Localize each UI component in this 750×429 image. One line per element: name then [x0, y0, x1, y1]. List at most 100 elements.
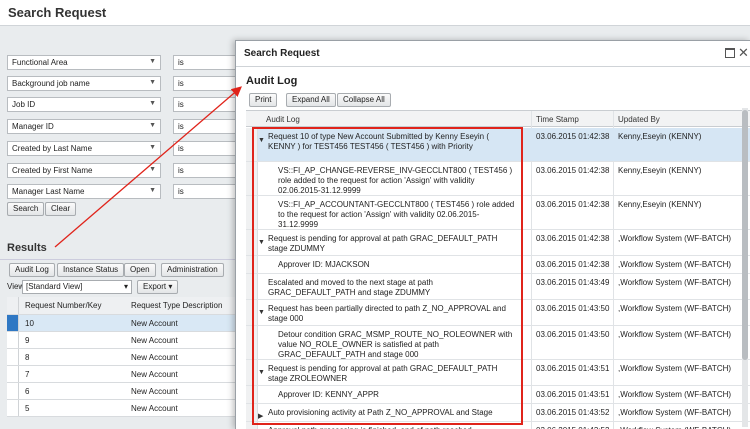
chevron-down-icon: ▼	[149, 58, 156, 65]
criteria-field-label: Created by Last Name	[12, 144, 93, 153]
criteria-operator-label: is	[178, 58, 184, 67]
criteria-row: Job ID ▼ is	[7, 97, 243, 112]
instance-status-button[interactable]: Instance Status	[57, 263, 125, 277]
table-header: Request Number/Key Request Type Descript…	[7, 297, 240, 315]
request-number-cell: 7	[25, 370, 30, 379]
criteria-operator-label: is	[178, 79, 184, 88]
table-row[interactable]: 10 New Account	[7, 315, 240, 332]
maximize-icon[interactable]	[725, 48, 735, 58]
criteria-field-select[interactable]: Job ID ▼	[7, 97, 161, 112]
row-selector[interactable]	[7, 349, 19, 365]
updated-by-cell: ,Workflow System (WF-BATCH)	[618, 234, 732, 243]
criteria-row: Created by Last Name ▼ is	[7, 141, 243, 156]
criteria-row: Created by First Name ▼ is	[7, 163, 243, 178]
criteria-row: Manager Last Name ▼ is	[7, 184, 243, 199]
row-selector[interactable]	[7, 315, 19, 331]
table-row[interactable]: 7 New Account	[7, 366, 240, 383]
criteria-field-select[interactable]: Functional Area ▼	[7, 55, 161, 70]
request-number-cell: 6	[25, 387, 30, 396]
time-stamp-cell: 03.06.2015 01:43:49	[536, 278, 610, 287]
updated-by-cell: ,Workflow System (WF-BATCH)	[618, 304, 732, 313]
time-stamp-cell: 03.06.2015 01:42:38	[536, 200, 610, 209]
chevron-down-icon: ▼	[149, 187, 156, 194]
criteria-operator-select[interactable]: is	[173, 163, 243, 178]
column-header-time-stamp[interactable]: Time Stamp	[536, 115, 579, 124]
request-type-cell: New Account	[131, 353, 178, 362]
results-title: Results	[7, 242, 47, 254]
request-number-cell: 10	[25, 319, 34, 328]
updated-by-cell: ,Workflow System (WF-BATCH)	[618, 278, 732, 287]
column-header-request-number[interactable]: Request Number/Key	[25, 301, 101, 310]
criteria-operator-select[interactable]: is	[173, 76, 243, 91]
request-type-cell: New Account	[131, 319, 178, 328]
chevron-down-icon: ▼	[149, 144, 156, 151]
audit-log-table-header: Audit Log Time Stamp Updated By	[246, 111, 750, 127]
export-label: Export	[143, 282, 167, 291]
criteria-field-label: Background job name	[12, 79, 90, 88]
time-stamp-cell: 03.06.2015 01:42:38	[536, 132, 610, 141]
chevron-down-icon: ▾	[168, 282, 173, 291]
view-select-value: [Standard View]	[26, 282, 83, 291]
view-row: View [Standard View] ▾ Export ▾	[7, 280, 247, 294]
updated-by-cell: Kenny,Eseyin (KENNY)	[618, 166, 702, 175]
search-button[interactable]: Search	[7, 202, 45, 216]
criteria-operator-select[interactable]: is	[173, 119, 243, 134]
criteria-field-label: Manager Last Name	[12, 187, 85, 196]
view-select[interactable]: [Standard View] ▾	[22, 280, 132, 294]
updated-by-cell: ,Workflow System (WF-BATCH)	[618, 260, 732, 269]
criteria-field-label: Manager ID	[12, 122, 54, 131]
row-selector[interactable]	[7, 400, 19, 416]
clear-button[interactable]: Clear	[45, 202, 77, 216]
table-row[interactable]: 5 New Account	[7, 400, 240, 417]
expand-all-button[interactable]: Expand All	[286, 93, 336, 107]
criteria-operator-select[interactable]: is	[173, 184, 243, 199]
criteria-row: Functional Area ▼ is	[7, 55, 243, 70]
scrollbar-thumb[interactable]	[742, 110, 748, 360]
print-button[interactable]: Print	[249, 93, 278, 107]
request-type-cell: New Account	[131, 370, 178, 379]
row-selector-header	[7, 297, 19, 314]
criteria-operator-select[interactable]: is	[173, 55, 243, 70]
request-number-cell: 5	[25, 404, 30, 413]
criteria-field-label: Functional Area	[12, 58, 68, 67]
time-stamp-cell: 03.06.2015 01:42:38	[536, 166, 610, 175]
criteria-field-select[interactable]: Created by Last Name ▼	[7, 141, 161, 156]
criteria-operator-label: is	[178, 144, 184, 153]
criteria-field-select[interactable]: Manager Last Name ▼	[7, 184, 161, 199]
column-header-updated-by[interactable]: Updated By	[618, 115, 660, 124]
criteria-field-select[interactable]: Background job name ▼	[7, 76, 161, 91]
column-header-request-type[interactable]: Request Type Description	[131, 301, 222, 310]
close-icon[interactable]: ✕	[738, 45, 749, 61]
criteria-operator-select[interactable]: is	[173, 97, 243, 112]
audit-log-button[interactable]: Audit Log	[9, 263, 55, 277]
time-stamp-cell: 03.06.2015 01:42:38	[536, 234, 610, 243]
updated-by-cell: ,Workflow System (WF-BATCH)	[618, 364, 732, 373]
table-row[interactable]: 6 New Account	[7, 383, 240, 400]
chevron-down-icon: ▼	[149, 100, 156, 107]
page-title: Search Request	[0, 0, 750, 26]
export-button[interactable]: Export ▾	[137, 280, 179, 294]
row-selector[interactable]	[7, 366, 19, 382]
chevron-down-icon: ▼	[149, 79, 156, 86]
criteria-operator-select[interactable]: is	[173, 141, 243, 156]
column-header-audit-log[interactable]: Audit Log	[266, 115, 300, 124]
time-stamp-cell: 03.06.2015 01:43:51	[536, 364, 610, 373]
time-stamp-cell: 03.06.2015 01:43:51	[536, 390, 610, 399]
dialog-title: Search Request	[244, 48, 320, 59]
request-type-cell: New Account	[131, 336, 178, 345]
table-row[interactable]: 9 New Account	[7, 332, 240, 349]
collapse-all-button[interactable]: Collapse All	[337, 93, 391, 107]
criteria-operator-label: is	[178, 100, 184, 109]
row-selector[interactable]	[7, 383, 19, 399]
open-button[interactable]: Open	[124, 263, 156, 277]
administration-button[interactable]: Administration	[161, 263, 224, 277]
updated-by-cell: Kenny,Eseyin (KENNY)	[618, 132, 702, 141]
dialog-header: Search Request ✕	[236, 41, 750, 67]
criteria-row: Manager ID ▼ is	[7, 119, 243, 134]
table-row[interactable]: 8 New Account	[7, 349, 240, 366]
criteria-field-select[interactable]: Created by First Name ▼	[7, 163, 161, 178]
request-type-cell: New Account	[131, 387, 178, 396]
chevron-down-icon: ▾	[123, 282, 128, 291]
row-selector[interactable]	[7, 332, 19, 348]
criteria-field-select[interactable]: Manager ID ▼	[7, 119, 161, 134]
